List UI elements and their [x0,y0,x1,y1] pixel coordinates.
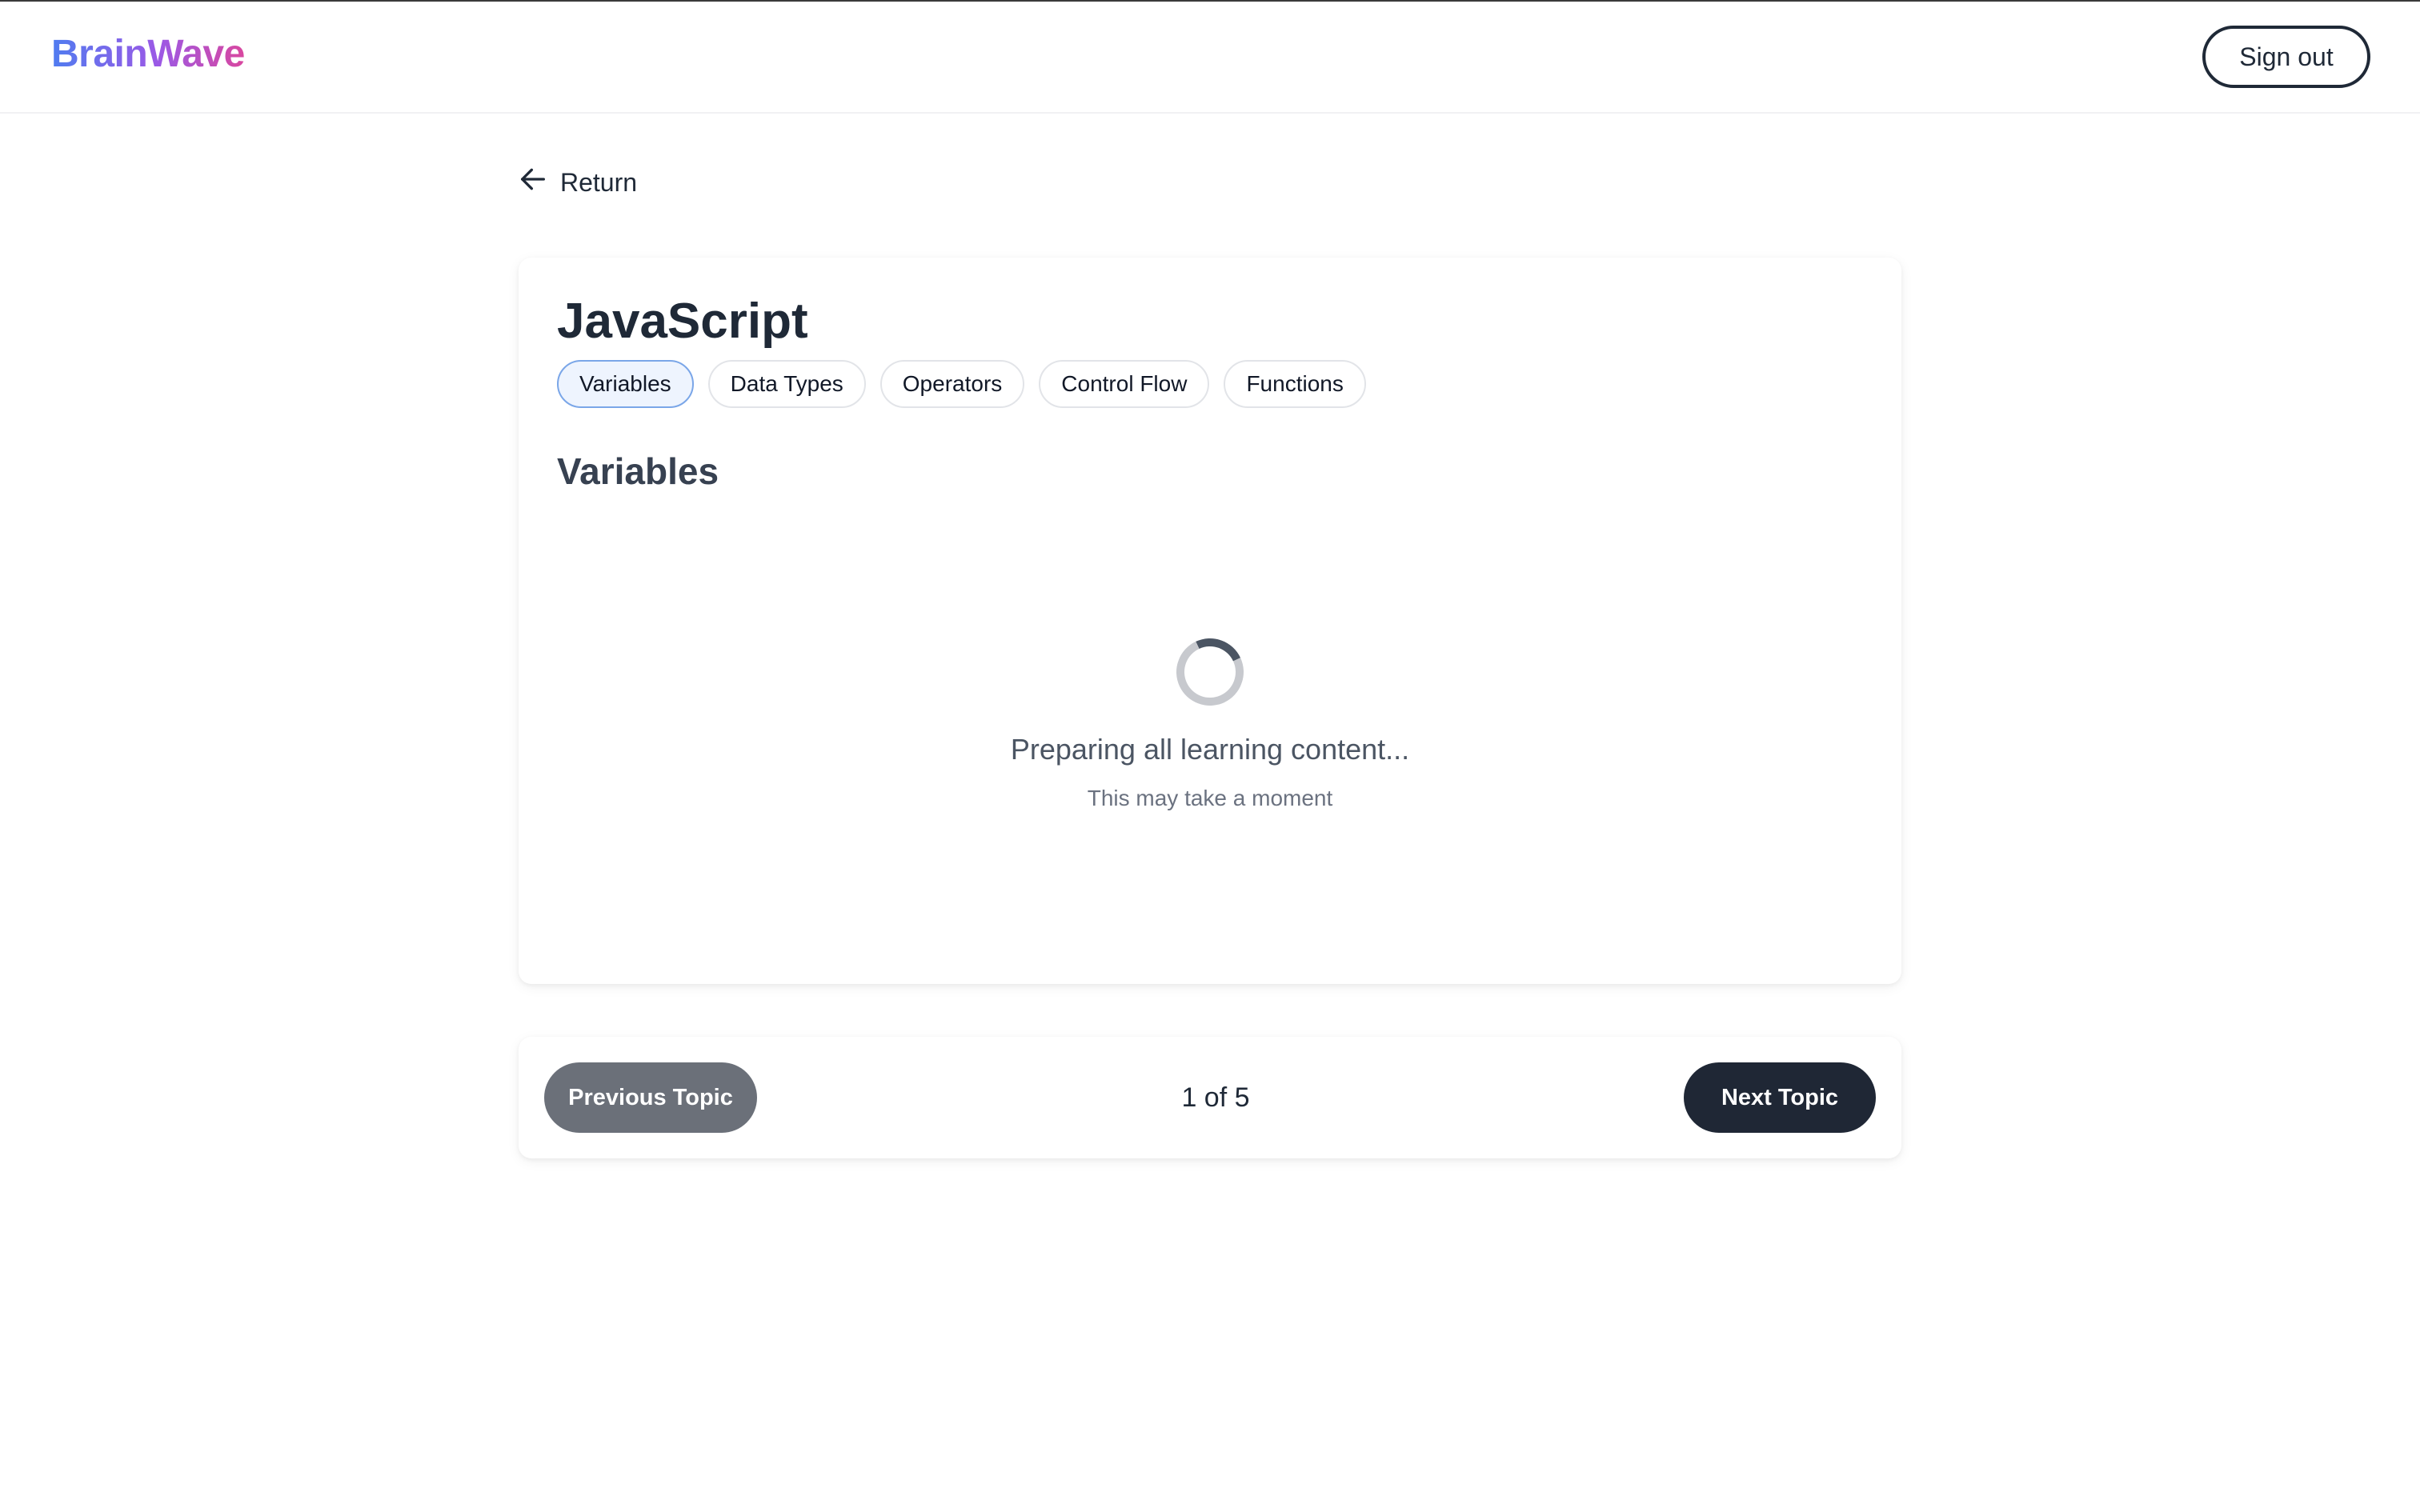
tab-control-flow[interactable]: Control Flow [1039,360,1210,408]
tab-functions[interactable]: Functions [1224,360,1366,408]
tab-variables[interactable]: Variables [557,360,694,408]
topic-pager: 1 of 5 Previous Topic Next Topic [519,1037,1901,1158]
loading-spinner-icon [1167,629,1253,715]
arrow-left-icon [517,163,549,202]
course-title: JavaScript [557,294,808,349]
loading-message: Preparing all learning content... [1010,733,1410,766]
return-link[interactable]: Return [517,163,637,202]
topic-tabs: Variables Data Types Operators Control F… [557,360,1366,408]
loading-state: Preparing all learning content... This m… [519,629,1901,811]
next-topic-button[interactable]: Next Topic [1684,1062,1876,1133]
brand-logo[interactable]: BrainWave [51,32,245,76]
app-header: BrainWave Sign out [0,2,2420,114]
current-topic-heading: Variables [557,450,719,492]
tab-operators[interactable]: Operators [879,360,1025,408]
tab-data-types[interactable]: Data Types [707,360,866,408]
sign-out-button[interactable]: Sign out [2202,26,2370,88]
loading-submessage: This may take a moment [1087,786,1333,810]
topic-card: JavaScript Variables Data Types Operator… [519,258,1901,984]
previous-topic-button[interactable]: Previous Topic [544,1062,757,1133]
return-label: Return [560,167,638,197]
